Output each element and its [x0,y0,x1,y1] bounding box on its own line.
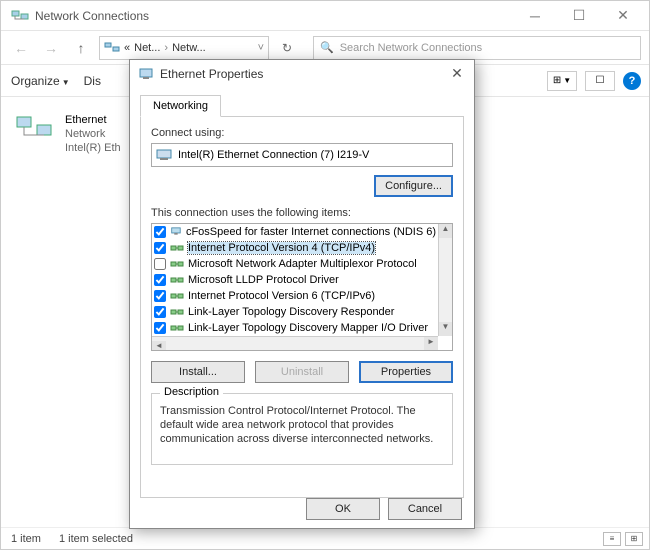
properties-button[interactable]: Properties [359,361,453,383]
close-button[interactable]: ✕ [601,2,645,30]
item-label: Microsoft Network Adapter Multiplexor Pr… [188,258,417,270]
items-vertical-scrollbar[interactable]: ▲ ▼ [438,224,452,336]
items-label: This connection uses the following items… [151,207,453,219]
search-input[interactable]: 🔍 Search Network Connections [313,36,641,60]
scroll-right-icon[interactable]: ► [424,337,438,351]
titlebar: Network Connections ─ ☐ ✕ [1,1,649,31]
items-listbox[interactable]: cFosSpeed for faster Internet connection… [151,223,453,351]
item-label: Link-Layer Topology Discovery Responder [188,306,394,318]
maximize-button[interactable]: ☐ [557,2,601,30]
ethernet-icon [15,113,55,145]
item-label: Internet Protocol Version 4 (TCP/IPv4) [188,242,375,254]
back-button[interactable]: ← [9,36,33,60]
protocol-icon [170,323,184,333]
connection-text: Ethernet Network Intel(R) Eth [65,113,121,155]
configure-button[interactable]: Configure... [374,175,453,197]
forward-button: → [39,36,63,60]
breadcrumb-part1[interactable]: Net... [134,42,160,54]
protocol-icon [170,307,184,317]
ok-button[interactable]: OK [306,498,380,520]
item-label: Internet Protocol Version 6 (TCP/IPv6) [188,290,375,302]
protocol-icon [170,259,184,269]
item-label: Microsoft LLDP Protocol Driver [188,274,339,286]
tab-pane: Connect using: Intel(R) Ethernet Connect… [140,116,464,498]
help-icon[interactable]: ? [623,72,641,90]
dialog-icon [138,66,154,82]
list-item[interactable]: cFosSpeed for faster Internet connection… [152,224,438,240]
status-item-count: 1 item [11,533,41,545]
preview-pane-button[interactable]: ☐ [585,71,615,91]
item-checkbox[interactable] [154,322,166,334]
chevron-right-icon: › [164,42,168,54]
install-button[interactable]: Install... [151,361,245,383]
item-checkbox[interactable] [154,242,166,254]
item-checkbox[interactable] [154,306,166,318]
protocol-icon [170,227,182,237]
app-icon [11,7,29,25]
adapter-field: Intel(R) Ethernet Connection (7) I219-V [151,143,453,167]
breadcrumb-guillemet: « [124,42,130,54]
dialog-close-button[interactable]: ✕ [448,65,466,83]
connection-status: Network [65,127,121,141]
tab-networking[interactable]: Networking [140,95,221,117]
connection-adapter: Intel(R) Eth [65,141,121,155]
list-item[interactable]: Link-Layer Topology Discovery Responder [152,304,438,320]
organize-menu[interactable]: Organize▼ [11,74,70,88]
scroll-up-icon[interactable]: ▲ [439,224,452,238]
list-item[interactable]: Microsoft LLDP Protocol Driver [152,272,438,288]
details-view-button[interactable]: ≡ [603,532,621,546]
scroll-down-icon[interactable]: ▼ [439,322,452,336]
up-button[interactable]: ↑ [69,36,93,60]
description-legend: Description [160,386,223,398]
item-checkbox[interactable] [154,258,166,270]
disable-device-button[interactable]: Dis [84,74,101,88]
breadcrumb-part2[interactable]: Netw... [172,42,206,54]
breadcrumb-dropdown-icon[interactable]: ˅ [258,42,264,54]
list-item[interactable]: Link-Layer Topology Discovery Mapper I/O… [152,320,438,336]
search-placeholder: Search Network Connections [340,42,482,54]
network-connections-window: Network Connections ─ ☐ ✕ ← → ↑ « Net...… [0,0,650,550]
statusbar: 1 item 1 item selected ≡ ⊞ [1,527,649,549]
ethernet-properties-dialog: Ethernet Properties ✕ Networking Connect… [129,59,475,529]
icons-view-button[interactable]: ⊞ [625,532,643,546]
nic-icon [156,149,172,161]
protocol-icon [170,275,184,285]
cancel-button[interactable]: Cancel [388,498,462,520]
adapter-name: Intel(R) Ethernet Connection (7) I219-V [178,149,369,161]
item-checkbox[interactable] [154,226,166,238]
scroll-left-icon[interactable]: ◄ [152,341,166,351]
item-checkbox[interactable] [154,290,166,302]
search-icon: 🔍 [320,41,334,54]
status-selected-count: 1 item selected [59,533,133,545]
uninstall-button: Uninstall [255,361,349,383]
description-text: Transmission Control Protocol/Internet P… [160,404,444,446]
description-group: Description Transmission Control Protoco… [151,393,453,465]
list-item[interactable]: Microsoft Network Adapter Multiplexor Pr… [152,256,438,272]
protocol-icon [170,291,184,301]
item-label: cFosSpeed for faster Internet connection… [186,226,436,238]
breadcrumb-icon [104,40,120,56]
dialog-title: Ethernet Properties [160,67,448,81]
items-horizontal-scrollbar[interactable]: ◄ ► [152,336,438,350]
list-item[interactable]: Internet Protocol Version 4 (TCP/IPv4) [152,240,438,256]
window-title: Network Connections [35,9,513,23]
list-item[interactable]: Internet Protocol Version 6 (TCP/IPv6) [152,288,438,304]
dialog-titlebar: Ethernet Properties ✕ [130,60,474,88]
breadcrumb[interactable]: « Net... › Netw... ˅ [99,36,269,60]
item-checkbox[interactable] [154,274,166,286]
refresh-button[interactable]: ↻ [275,36,299,60]
item-label: Link-Layer Topology Discovery Mapper I/O… [188,322,428,334]
protocol-icon [170,243,184,253]
connection-name: Ethernet [65,113,121,127]
view-mode-button[interactable]: ⊞▼ [547,71,577,91]
minimize-button[interactable]: ─ [513,2,557,30]
connect-using-label: Connect using: [151,127,453,139]
